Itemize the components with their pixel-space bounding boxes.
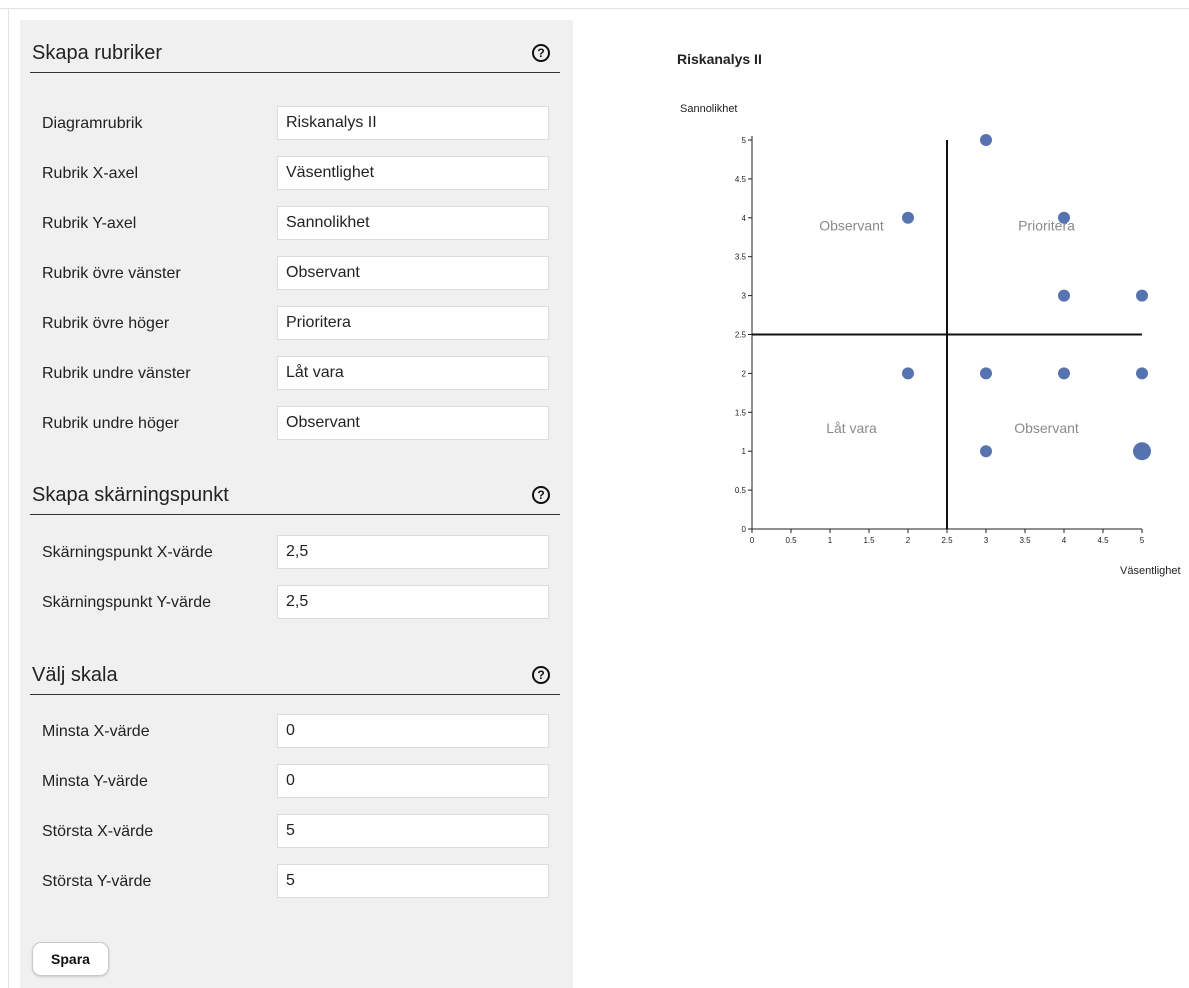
top-divider [0,8,1189,9]
y-tick-label: 2 [742,369,747,378]
intersection-x-input[interactable] [277,535,549,569]
section-header-intersection: Skapa skärningspunkt ? [30,480,560,515]
lower-left-title-input[interactable] [277,356,549,390]
y-tick-label: 4 [742,214,747,223]
y-axis-title-input[interactable] [277,206,549,240]
x-tick-label: 4.5 [1097,536,1109,545]
field-label: Största Y-värde [42,873,152,890]
chart-title-input[interactable] [277,106,549,140]
form-row-x-axis-title: Rubrik X-axel [20,156,573,192]
form-row-lower-right-title: Rubrik undre höger [20,406,573,442]
field-label: Rubrik X-axel [42,165,139,182]
data-point [1058,289,1070,302]
section-title-headings: Skapa rubriker [32,42,163,64]
y-tick-label: 5 [742,136,747,145]
field-label: Skärningspunkt X-värde [42,544,213,561]
field-label: Rubrik övre vänster [42,265,181,282]
section-title-intersection: Skapa skärningspunkt [32,484,229,506]
y-tick-label: 0 [742,525,747,534]
x-tick-label: 1 [828,536,833,545]
help-icon[interactable]: ? [532,666,550,684]
intersection-y-input[interactable] [277,585,549,619]
data-point [1133,442,1151,461]
form-row-min-x: Minsta X-värde [20,714,573,750]
field-label: Rubrik Y-axel [42,215,137,232]
data-point [902,367,914,380]
data-point [1136,289,1148,302]
y-tick-label: 3.5 [735,253,747,262]
form-row-intersection-x: Skärningspunkt X-värde [20,535,573,571]
data-point [1058,367,1070,380]
field-label: Rubrik övre höger [42,315,170,332]
x-tick-label: 0.5 [785,536,797,545]
upper-right-title-input[interactable] [277,306,549,340]
quadrant-label-lower-right: Observant [1014,420,1079,436]
y-axis-title: Sannolikhet [680,103,738,115]
field-label: Största X-värde [42,823,154,840]
form-row-chart-title: Diagramrubrik [20,106,573,142]
section-header-scale: Välj skala ? [30,660,560,695]
field-label: Minsta X-värde [42,723,150,740]
data-point [1058,211,1070,224]
x-tick-label: 2.5 [941,536,953,545]
x-tick-label: 1.5 [863,536,875,545]
x-tick-label: 3 [984,536,989,545]
help-icon[interactable]: ? [532,486,550,504]
upper-left-title-input[interactable] [277,256,549,290]
data-point [980,367,992,380]
y-tick-label: 1 [742,447,747,456]
section-header-headings: Skapa rubriker ? [30,38,560,73]
field-label: Minsta Y-värde [42,773,148,790]
x-tick-label: 0 [750,536,755,545]
save-button[interactable]: Spara [32,942,109,976]
quadrant-label-lower-left: Låt vara [826,420,877,436]
form-row-upper-left-title: Rubrik övre vänster [20,256,573,292]
field-label: Rubrik undre vänster [42,365,191,382]
y-tick-label: 2.5 [735,331,747,340]
lower-right-title-input[interactable] [277,406,549,440]
data-point [980,134,992,146]
x-tick-label: 5 [1140,536,1145,545]
data-point [980,445,992,458]
data-point [902,211,914,224]
field-label: Rubrik undre höger [42,415,179,432]
form-row-max-x: Största X-värde [20,814,573,850]
y-tick-label: 4.5 [735,175,747,184]
min-x-input[interactable] [277,714,549,748]
form-row-max-y: Största Y-värde [20,864,573,900]
x-axis-title: Väsentlighet [1120,565,1181,577]
form-row-min-y: Minsta Y-värde [20,764,573,800]
y-tick-label: 1.5 [735,408,747,417]
scatter-chart: Sannolikhet Väsentlighet 0 0.5 1 1.5 2 2.5 3 3.… [680,103,1181,577]
y-tick-label: 3 [742,292,747,301]
quadrant-label-upper-left: Observant [819,218,884,234]
help-icon[interactable]: ? [532,44,550,62]
y-tick-label: 0.5 [735,486,747,495]
left-divider [8,8,9,988]
max-y-input[interactable] [277,864,549,898]
x-axis-title-input[interactable] [277,156,549,190]
form-row-upper-right-title: Rubrik övre höger [20,306,573,342]
form-row-intersection-y: Skärningspunkt Y-värde [20,585,573,621]
chart-title: Riskanalys II [677,51,762,67]
field-label: Diagramrubrik [42,115,143,132]
form-row-y-axis-title: Rubrik Y-axel [20,206,573,242]
x-tick-label: 4 [1062,536,1067,545]
x-tick-label: 2 [906,536,911,545]
x-tick-label: 3.5 [1019,536,1031,545]
field-label: Skärningspunkt Y-värde [42,594,211,611]
settings-panel: Skapa rubriker ? Diagramrubrik Rubrik X-… [20,20,573,988]
form-row-lower-left-title: Rubrik undre vänster [20,356,573,392]
max-x-input[interactable] [277,814,549,848]
section-title-scale: Välj skala [32,664,118,686]
data-point [1136,367,1148,380]
min-y-input[interactable] [277,764,549,798]
